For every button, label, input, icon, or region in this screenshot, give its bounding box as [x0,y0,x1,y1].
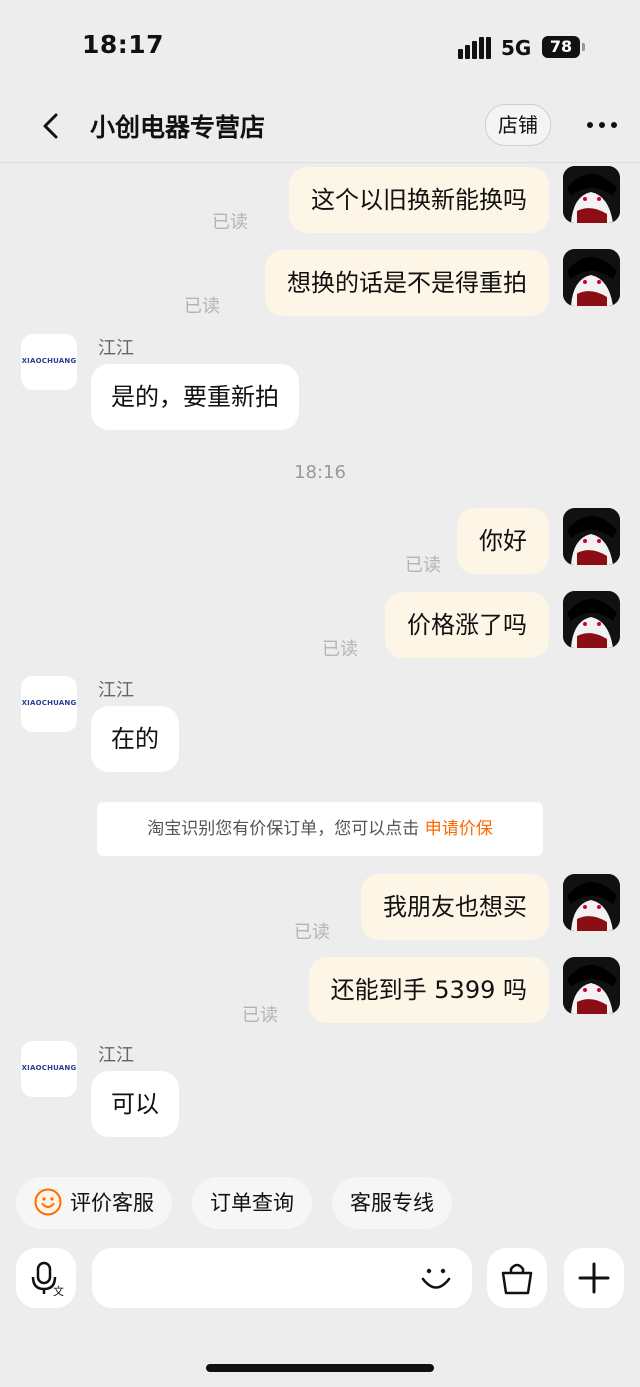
voice-input-button[interactable]: 文 [16,1248,76,1308]
back-arrow-icon[interactable] [38,112,66,140]
sender-name: 江江 [98,1045,134,1066]
more-options-icon[interactable] [585,112,619,138]
network-type: 5G [501,36,532,60]
message-bubble-outgoing[interactable]: 你好 [457,508,549,574]
user-avatar[interactable] [563,957,620,1014]
microphone-icon: 文 [31,1261,64,1298]
emoji-icon[interactable] [418,1260,454,1296]
shop-avatar[interactable]: XIAOCHUANG [21,334,77,390]
apply-price-protection-link[interactable]: 申请价保 [425,819,493,839]
read-status: 已读 [322,639,358,660]
smile-icon [34,1188,62,1216]
header-divider [0,162,640,163]
shop-button[interactable]: 店铺 [485,104,551,146]
more-actions-button[interactable] [564,1248,624,1308]
notice-text: 淘宝识别您有价保订单，您可以点击 [147,819,425,839]
message-bubble-outgoing[interactable]: 我朋友也想买 [361,874,549,940]
battery-cap [582,43,585,51]
message-bubble-outgoing[interactable]: 还能到手 5399 吗 [308,957,549,1023]
message-bubble-outgoing[interactable]: 这个以旧换新能换吗 [289,167,549,233]
message-bubble-outgoing[interactable]: 想换的话是不是得重拍 [265,250,549,316]
read-status: 已读 [212,212,248,233]
shop-logo-text: XIAOCHUANG [21,357,77,365]
message-bubble-incoming[interactable]: 是的，要重新拍 [91,364,299,430]
shop-logo-text: XIAOCHUANG [21,699,77,707]
rate-service-chip[interactable]: 评价客服 [16,1177,172,1229]
user-avatar[interactable] [563,508,620,565]
service-hotline-chip[interactable]: 客服专线 [332,1177,452,1229]
read-status: 已读 [405,555,441,576]
chat-timestamp: 18:16 [294,462,346,483]
battery-icon: 78 [542,36,580,58]
user-avatar[interactable] [563,874,620,931]
product-button[interactable] [487,1248,547,1308]
page-title: 小创电器专营店 [90,113,266,142]
signal-strength-icon [458,37,492,59]
read-status: 已读 [242,1005,278,1026]
read-status: 已读 [184,296,220,317]
sender-name: 江江 [98,338,134,359]
sender-name: 江江 [98,680,134,701]
status-time: 18:17 [82,30,165,59]
message-input[interactable] [92,1248,472,1308]
chip-label: 评价客服 [70,1191,154,1215]
message-bubble-outgoing[interactable]: 价格涨了吗 [385,592,549,658]
read-status: 已读 [294,922,330,943]
order-query-chip[interactable]: 订单查询 [192,1177,312,1229]
plus-icon [578,1262,610,1294]
user-avatar[interactable] [563,166,620,223]
shop-logo-text: XIAOCHUANG [21,1064,77,1072]
home-indicator [206,1364,434,1372]
shopping-bag-icon [501,1263,533,1295]
user-avatar[interactable] [563,591,620,648]
message-bubble-incoming[interactable]: 可以 [91,1071,179,1137]
price-protection-notice: 淘宝识别您有价保订单，您可以点击 申请价保 [97,802,543,856]
shop-avatar[interactable]: XIAOCHUANG [21,1041,77,1097]
svg-text:文: 文 [53,1284,64,1298]
shop-avatar[interactable]: XIAOCHUANG [21,676,77,732]
message-bubble-incoming[interactable]: 在的 [91,706,179,772]
user-avatar[interactable] [563,249,620,306]
